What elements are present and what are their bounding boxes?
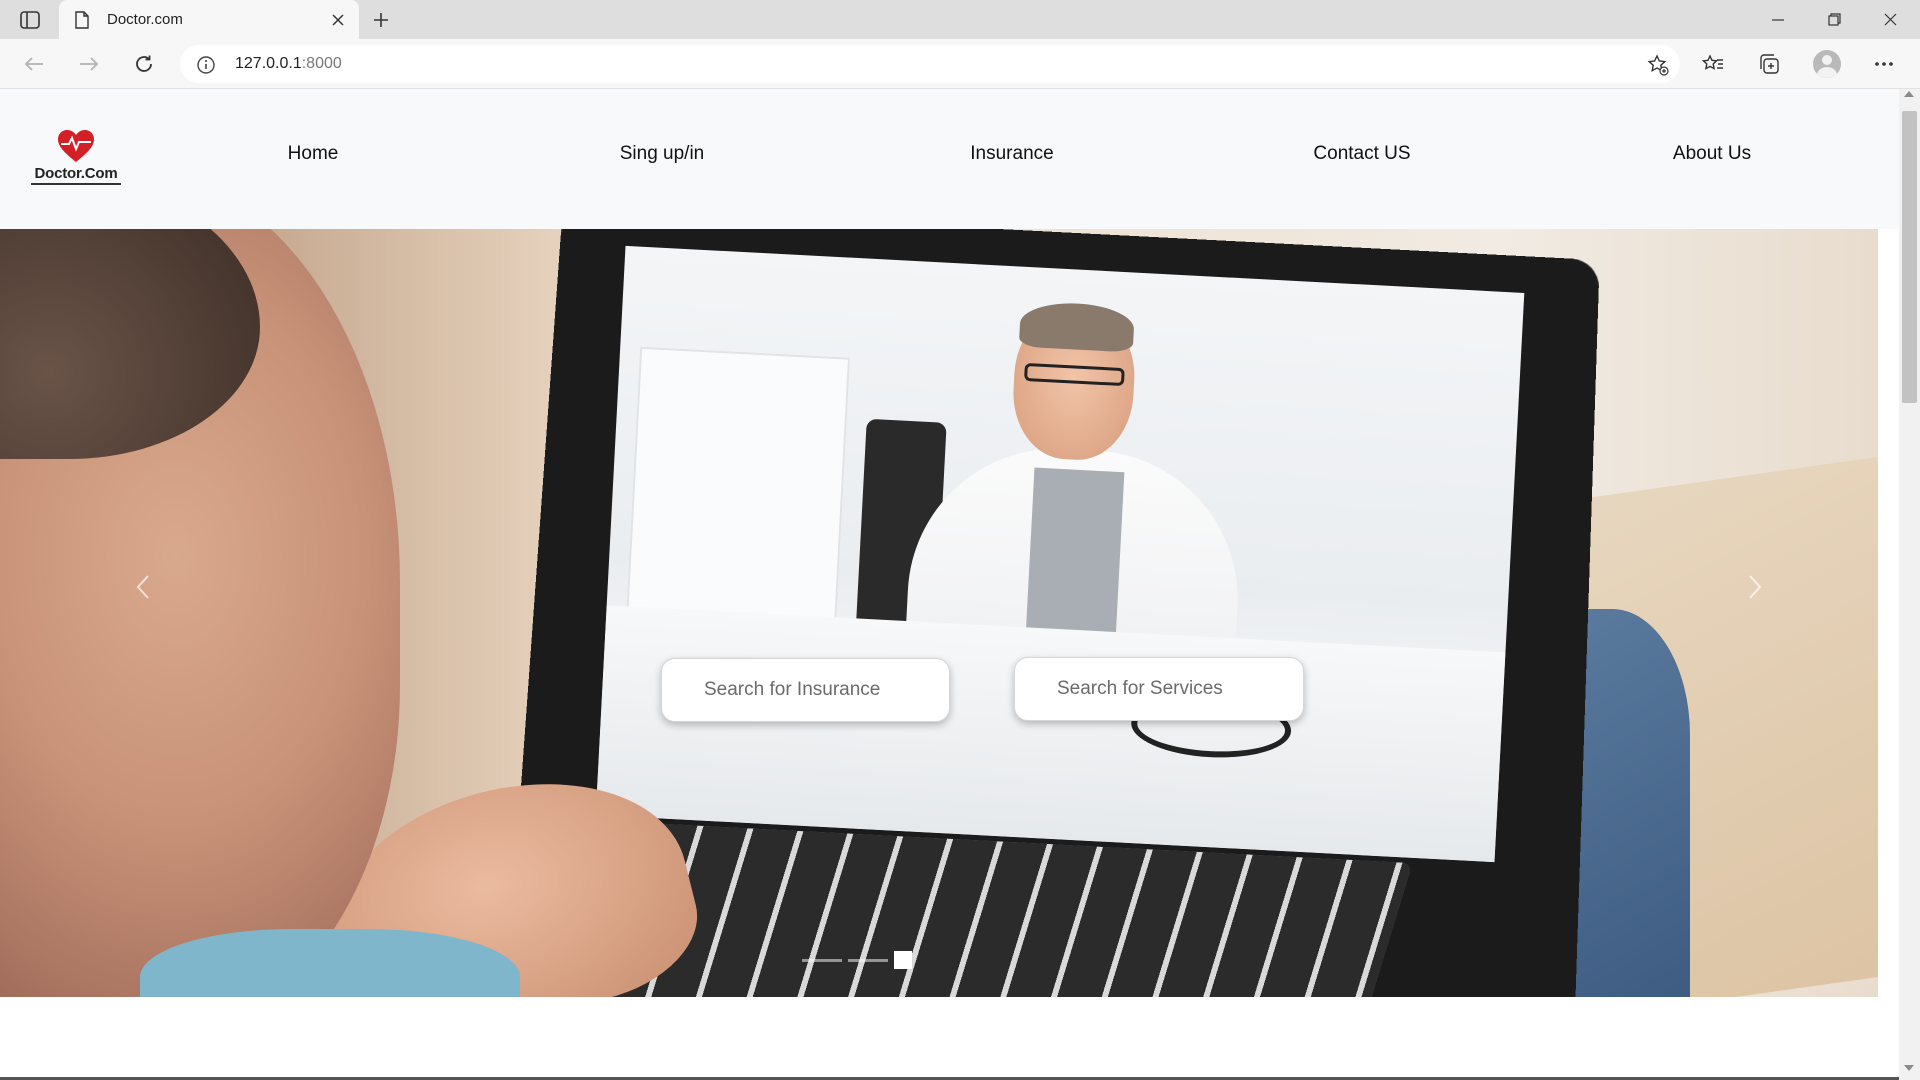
collections-icon[interactable] — [1753, 48, 1785, 80]
add-favorite-icon[interactable] — [1646, 53, 1670, 77]
hero-person-shirt — [140, 929, 520, 997]
page-body — [0, 997, 1899, 1080]
search-services-input[interactable] — [1057, 678, 1303, 700]
restore-icon[interactable] — [1806, 0, 1862, 39]
tab-title: Doctor.com — [107, 11, 183, 28]
browser-tab-bar: Doctor.com — [0, 0, 1920, 39]
carousel-indicators — [802, 951, 912, 969]
nav-about-us[interactable]: About Us — [1673, 143, 1751, 165]
site-logo[interactable]: Doctor.Com — [28, 129, 124, 189]
scroll-thumb[interactable] — [1902, 111, 1917, 403]
chevron-right-icon[interactable] — [1740, 567, 1770, 607]
avatar — [1813, 50, 1841, 78]
nav-insurance[interactable]: Insurance — [970, 143, 1053, 165]
scroll-down-icon[interactable] — [1904, 1065, 1914, 1071]
chevron-left-icon[interactable] — [128, 567, 158, 607]
nav-contact-us[interactable]: Contact US — [1313, 143, 1410, 165]
carousel-indicator-active[interactable] — [894, 951, 912, 969]
more-icon[interactable] — [1868, 48, 1900, 80]
search-insurance-input[interactable] — [704, 679, 949, 701]
hero-laptop-screen — [595, 245, 1525, 863]
close-icon[interactable] — [327, 9, 349, 31]
back-arrow-icon[interactable] — [18, 48, 50, 80]
hero-carousel — [0, 229, 1878, 997]
url-host: 127.0.0.1 — [235, 55, 302, 72]
logo-text: Doctor.Com — [34, 165, 118, 182]
favorites-icon[interactable] — [1697, 48, 1729, 80]
nav-sign-up-in[interactable]: Sing up/in — [620, 143, 705, 165]
forward-arrow-icon[interactable] — [73, 48, 105, 80]
scroll-up-icon[interactable] — [1904, 91, 1914, 97]
plus-icon[interactable] — [366, 6, 396, 34]
carousel-indicator[interactable] — [802, 958, 842, 962]
carousel-indicator[interactable] — [848, 958, 888, 962]
page-scrollbar[interactable] — [1899, 89, 1920, 1080]
url-text: 127.0.0.1:8000 — [235, 55, 342, 73]
tab-actions-icon[interactable] — [14, 8, 46, 32]
page-viewport: Doctor.Com Home Sing up/in Insurance Con… — [0, 89, 1899, 1080]
search-insurance-box — [661, 658, 950, 722]
logo-underline — [31, 183, 121, 185]
site-navbar: Doctor.Com Home Sing up/in Insurance Con… — [0, 89, 1899, 229]
browser-toolbar: 127.0.0.1:8000 — [0, 39, 1920, 89]
nav-home[interactable]: Home — [288, 143, 339, 165]
hero-monitor — [626, 346, 850, 628]
hero-doctor-hair — [1018, 300, 1136, 353]
profile-avatar[interactable] — [1811, 48, 1843, 80]
document-icon — [73, 10, 91, 30]
info-icon[interactable] — [196, 55, 216, 75]
url-port: :8000 — [301, 55, 342, 72]
refresh-icon[interactable] — [128, 48, 160, 80]
address-bar[interactable]: 127.0.0.1:8000 — [180, 45, 1680, 83]
close-window-icon[interactable] — [1862, 0, 1918, 39]
browser-tab[interactable]: Doctor.com — [59, 0, 359, 39]
search-services-box — [1014, 657, 1304, 721]
minimize-icon[interactable] — [1750, 0, 1806, 39]
heart-logo-icon — [58, 130, 94, 162]
